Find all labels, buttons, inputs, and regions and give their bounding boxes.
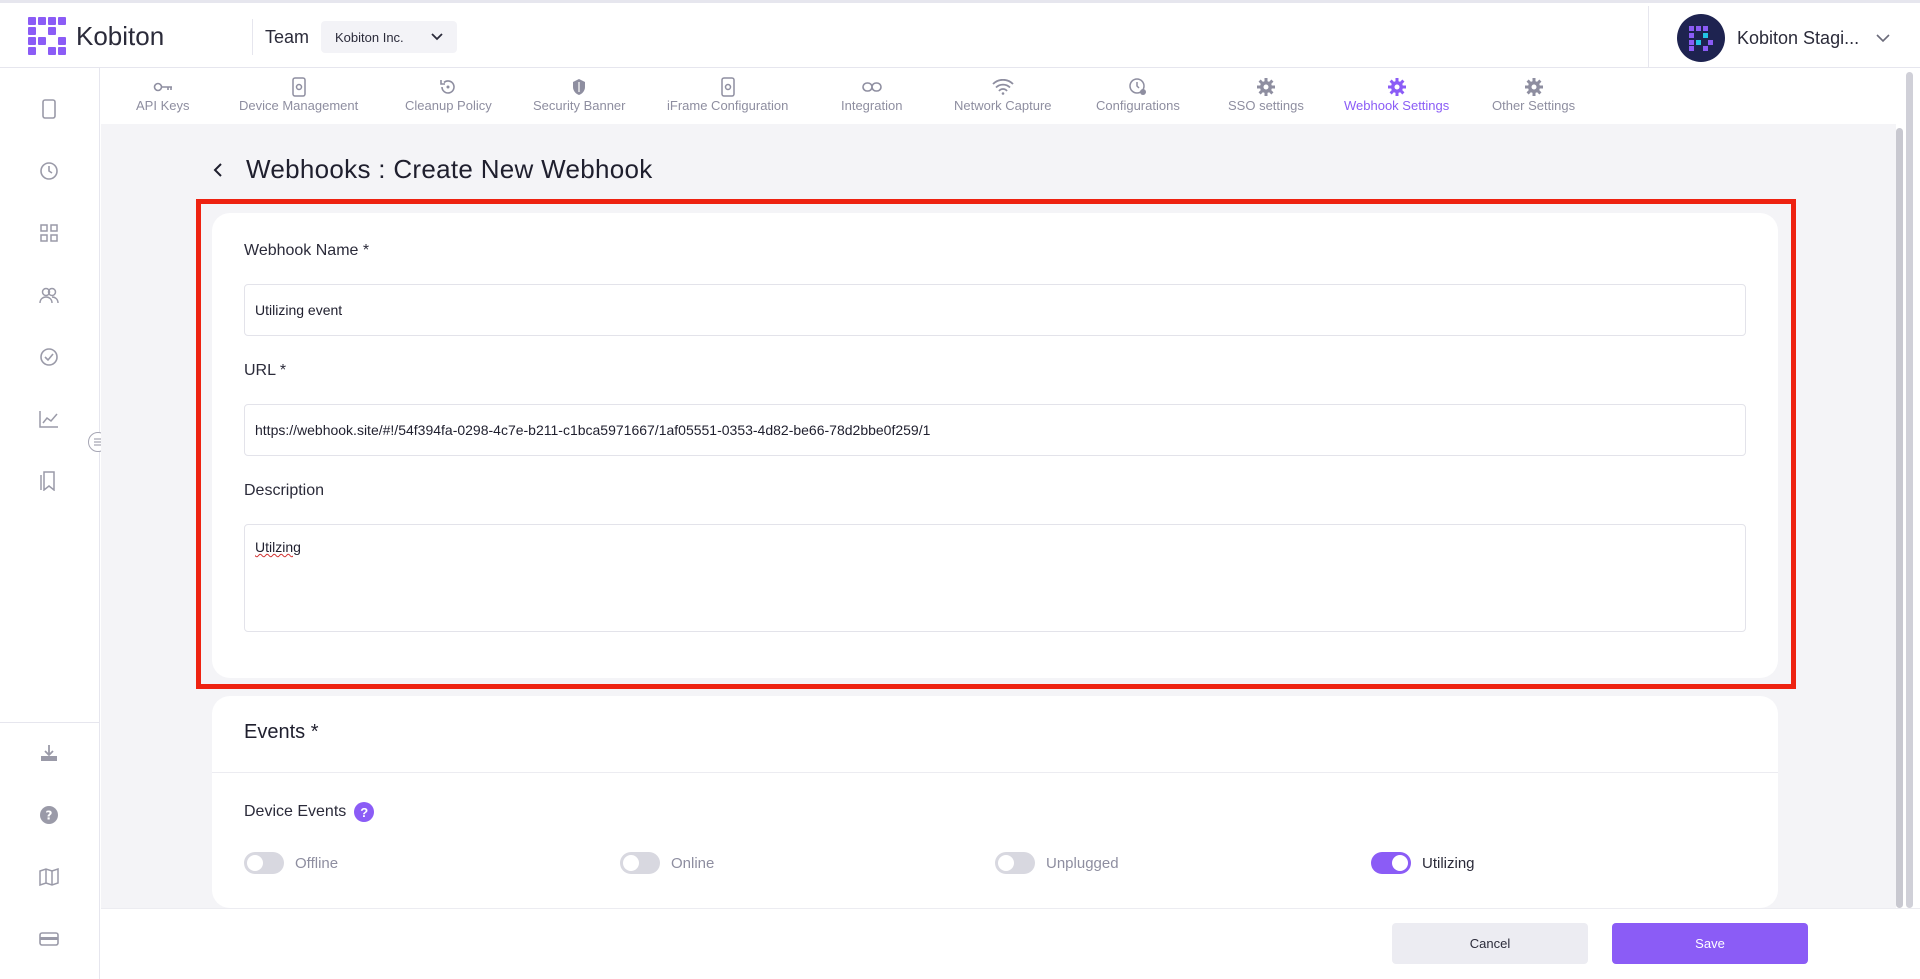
shield-icon [571, 76, 587, 98]
tab-configurations[interactable]: Configurations [1096, 76, 1180, 113]
svg-text:?: ? [46, 809, 53, 823]
url-input[interactable]: https://webhook.site/#!/54f394fa-0298-4c… [244, 404, 1746, 456]
toggle-label: Offline [295, 854, 339, 872]
tab-label: Device Management [239, 98, 359, 113]
toggle-label: Online [671, 854, 715, 872]
tab-label: Integration [841, 98, 903, 113]
back-button[interactable] [208, 158, 228, 182]
toggle-offline[interactable]: Offline [244, 852, 338, 874]
tab-integration[interactable]: Integration [841, 76, 902, 113]
wifi-icon [992, 76, 1014, 98]
tab-label: Security Banner [533, 98, 626, 113]
tab-security-banner[interactable]: Security Banner [533, 76, 626, 113]
page-scrollbar[interactable] [1906, 72, 1913, 908]
apps-grid-icon[interactable] [38, 222, 60, 244]
description-text: Utilzing [255, 539, 301, 555]
tab-label: API Keys [136, 98, 190, 113]
kobiton-logo[interactable]: Kobiton [28, 17, 164, 55]
content-scrollbar[interactable] [1896, 128, 1903, 908]
chevron-left-icon [213, 163, 222, 177]
top-header: Kobiton Team Kobiton Inc. Kobiton Stagi.… [0, 0, 1920, 70]
cancel-button[interactable]: Cancel [1392, 923, 1588, 964]
webhook-name-input[interactable]: Utilizing event [244, 284, 1746, 336]
offline-switch[interactable] [244, 852, 284, 874]
map-icon[interactable] [38, 866, 60, 888]
frame-gear-icon [720, 76, 736, 98]
key-icon [153, 76, 173, 98]
bookmark-copy-icon[interactable] [38, 470, 60, 492]
description-textarea[interactable]: Utilzing [244, 524, 1746, 632]
device-events-label: Device Events [244, 803, 347, 820]
tab-device-management[interactable]: Device Management [239, 76, 358, 113]
unplugged-switch[interactable] [995, 852, 1035, 874]
user-menu[interactable]: Kobiton Stagi... [1648, 6, 1920, 70]
utilizing-switch[interactable] [1371, 852, 1411, 874]
avatar [1677, 14, 1725, 62]
tab-api-keys[interactable]: API Keys [136, 76, 189, 113]
device-events-heading: Device Events ? [244, 802, 375, 822]
sidebar-divider [0, 722, 100, 723]
tab-label: Webhook Settings [1344, 98, 1450, 113]
tab-label: Cleanup Policy [405, 98, 492, 113]
billing-card-icon[interactable] [38, 928, 60, 950]
toggle-label: Utilizing [1422, 854, 1475, 872]
team-label: Team [265, 26, 310, 47]
users-icon[interactable] [38, 284, 60, 306]
gear-icon [1524, 76, 1544, 98]
tab-iframe-configuration[interactable]: iFrame Configuration [667, 76, 788, 113]
tab-network-capture[interactable]: Network Capture [954, 76, 1052, 113]
gear-icon [1387, 76, 1407, 98]
tab-cleanup-policy[interactable]: Cleanup Policy [405, 76, 492, 113]
left-sidebar: ? [0, 68, 100, 979]
user-name: Kobiton Stagi... [1737, 27, 1860, 48]
tab-label: SSO settings [1228, 98, 1304, 113]
chevron-down-icon [431, 33, 443, 41]
team-select-value: Kobiton Inc. [335, 29, 404, 45]
toggle-label: Unplugged [1046, 854, 1119, 872]
tab-sso-settings[interactable]: SSO settings [1228, 76, 1304, 113]
online-switch[interactable] [620, 852, 660, 874]
clock-gear-icon [1128, 76, 1148, 98]
kobiton-avatar-icon [1689, 26, 1713, 51]
settings-tabs: API Keys Device Management Cleanup Polic… [101, 68, 1901, 124]
team-select[interactable]: Kobiton Inc. [321, 21, 458, 53]
link-icon [861, 76, 882, 98]
url-label: URL * [244, 362, 287, 379]
toggle-online[interactable]: Online [620, 852, 714, 874]
tab-label: iFrame Configuration [667, 98, 789, 113]
download-icon[interactable] [38, 742, 60, 764]
kobiton-logo-icon [28, 17, 66, 55]
device-gear-icon [291, 76, 307, 98]
page-title: Webhooks : Create New Webhook [246, 154, 653, 184]
events-card [212, 696, 1778, 908]
history-icon [439, 76, 457, 98]
tab-label: Other Settings [1492, 98, 1576, 113]
webhook-name-label: Webhook Name * [244, 242, 370, 259]
devices-icon[interactable] [38, 98, 60, 120]
help-icon[interactable]: ? [38, 804, 60, 826]
help-icon[interactable]: ? [354, 802, 375, 822]
toggle-utilizing[interactable]: Utilizing [1371, 852, 1475, 874]
team-switcher: Team Kobiton Inc. [252, 19, 458, 55]
description-label: Description [244, 482, 325, 499]
check-circle-icon[interactable] [38, 346, 60, 368]
tab-other-settings[interactable]: Other Settings [1492, 76, 1575, 113]
gear-icon [1256, 76, 1276, 98]
events-title: Events * [244, 721, 319, 743]
toggle-unplugged[interactable]: Unplugged [995, 852, 1119, 874]
history-icon[interactable] [38, 160, 60, 182]
save-button[interactable]: Save [1612, 923, 1808, 964]
chevron-down-icon [1876, 33, 1890, 42]
chart-line-icon[interactable] [38, 408, 60, 430]
tab-label: Configurations [1096, 98, 1180, 113]
app-name: Kobiton [76, 20, 165, 51]
tab-label: Network Capture [954, 98, 1052, 113]
events-divider [212, 772, 1778, 773]
tab-webhook-settings[interactable]: Webhook Settings [1344, 76, 1449, 113]
